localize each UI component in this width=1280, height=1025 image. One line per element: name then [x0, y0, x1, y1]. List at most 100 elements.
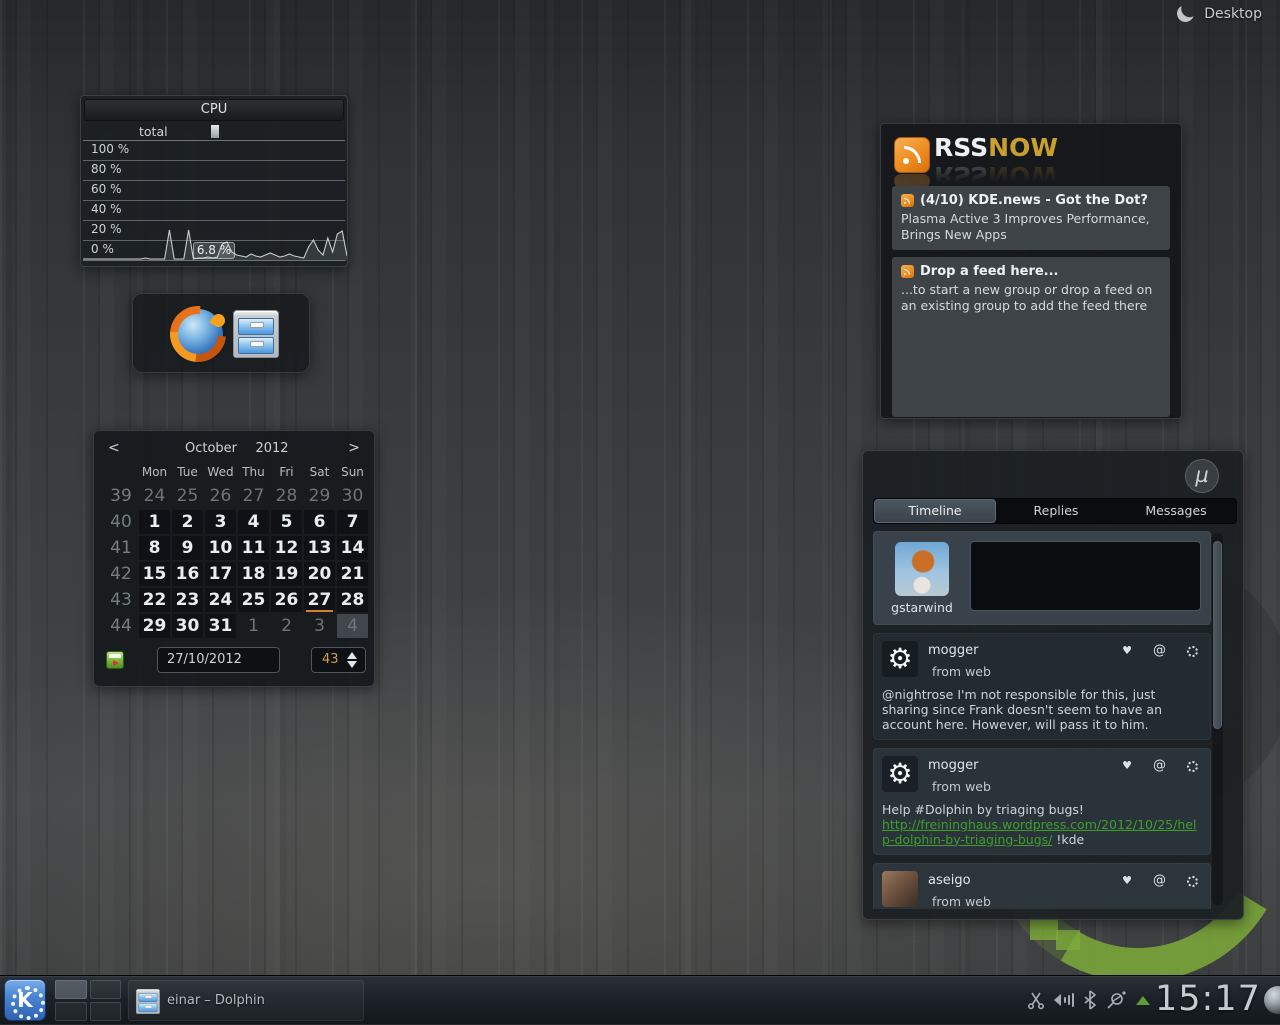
calendar-day[interactable]: 28 — [271, 484, 302, 508]
calendar-day[interactable]: 3 — [205, 510, 236, 534]
calendar-next-button[interactable]: > — [348, 440, 360, 456]
microblog-tabs: Timeline Replies Messages — [873, 498, 1237, 524]
calendar-day[interactable]: 14 — [337, 536, 368, 560]
repeat-icon[interactable] — [1187, 761, 1198, 772]
cashew-icon[interactable] — [1176, 4, 1196, 24]
post-item[interactable]: ⚙ mogger from web ♥ @ @nightrose I'm not… — [873, 633, 1211, 740]
calendar-day[interactable]: 18 — [238, 562, 269, 586]
tab-timeline[interactable]: Timeline — [874, 499, 996, 523]
calendar-month-label[interactable]: October — [185, 441, 237, 456]
cpu-legend-swatch-icon — [211, 125, 219, 138]
compose-input[interactable] — [970, 541, 1201, 611]
jump-to-date-icon[interactable] — [106, 651, 124, 669]
calendar-day[interactable]: 12 — [271, 536, 302, 560]
calendar-day[interactable]: 11 — [238, 536, 269, 560]
post-item[interactable]: ⚙ mogger from web ♥ @ Help #Dolphin by t… — [873, 748, 1211, 855]
dolphin-icon — [136, 989, 160, 1014]
timeline-list: gstarwind ⚙ mogger from web ♥ @ @nightro… — [873, 531, 1211, 909]
calendar-year-label[interactable]: 2012 — [255, 441, 288, 456]
calendar-day[interactable]: 1 — [139, 510, 170, 534]
volume-icon[interactable] — [1051, 990, 1075, 1010]
post-link[interactable]: http://freininghaus.wordpress.com/2012/1… — [882, 817, 1196, 847]
favorite-heart-icon[interactable]: ♥ — [1122, 759, 1132, 773]
calendar-day[interactable]: 28 — [337, 588, 368, 612]
calendar-day[interactable]: 19 — [271, 562, 302, 586]
calendar-day[interactable]: 4 — [337, 614, 368, 638]
calendar-day[interactable]: 5 — [271, 510, 302, 534]
calendar-day[interactable]: 22 — [139, 588, 170, 612]
calendar-day[interactable]: 29 — [139, 614, 170, 638]
calendar-day[interactable]: 1 — [238, 614, 269, 638]
scrollbar[interactable] — [1212, 533, 1223, 905]
calendar-day[interactable]: 21 — [337, 562, 368, 586]
calendar-prev-button[interactable]: < — [108, 440, 120, 456]
calendar-day[interactable]: 2 — [271, 614, 302, 638]
avatar[interactable]: ⚙ — [882, 641, 918, 677]
week-spinner[interactable]: 43 — [311, 647, 366, 673]
calendar-day[interactable]: 6 — [304, 510, 335, 534]
avatar[interactable] — [882, 871, 918, 907]
repeat-icon[interactable] — [1187, 646, 1198, 657]
pager-desktop-2[interactable] — [90, 980, 122, 999]
bluetooth-icon[interactable] — [1081, 989, 1099, 1011]
spinner-up-icon[interactable] — [347, 652, 357, 659]
calendar-day[interactable]: 13 — [304, 536, 335, 560]
avatar[interactable]: ⚙ — [882, 756, 918, 792]
calendar-day[interactable]: 17 — [205, 562, 236, 586]
spinner-down-icon[interactable] — [347, 661, 357, 668]
digital-clock[interactable]: 15:17 — [1155, 976, 1261, 1025]
calendar-day[interactable]: 3 — [304, 614, 335, 638]
firefox-icon[interactable] — [173, 309, 223, 359]
date-input[interactable]: 27/10/2012 — [157, 647, 280, 673]
cpu-monitor-widget: CPU total 100 % 80 % 60 % 40 % 20 % 0 % … — [80, 95, 348, 267]
desktop-toolbox[interactable]: Desktop — [1177, 5, 1262, 22]
pager-desktop-4[interactable] — [90, 1002, 122, 1021]
calendar-day[interactable]: 24 — [139, 484, 170, 508]
calendar-day[interactable]: 8 — [139, 536, 170, 560]
calendar-day[interactable]: 31 — [205, 614, 236, 638]
app-launcher-button[interactable]: K — [4, 979, 46, 1021]
repeat-icon[interactable] — [1187, 876, 1198, 887]
klipper-scissors-icon[interactable] — [1026, 990, 1046, 1010]
calendar-day[interactable]: 29 — [304, 484, 335, 508]
calendar-day[interactable]: 30 — [172, 614, 203, 638]
rss-drop-target[interactable]: Drop a feed here... ...to start a new gr… — [892, 257, 1170, 417]
calendar-day[interactable]: 27 — [238, 484, 269, 508]
calendar-day[interactable]: 9 — [172, 536, 203, 560]
calendar-day[interactable]: 4 — [238, 510, 269, 534]
tab-replies[interactable]: Replies — [996, 499, 1116, 523]
file-cabinet-icon[interactable] — [233, 310, 279, 358]
favorite-heart-icon[interactable]: ♥ — [1122, 874, 1132, 888]
pager-desktop-1[interactable] — [55, 980, 87, 999]
pager-desktop-3[interactable] — [55, 1002, 87, 1021]
calendar-day[interactable]: 30 — [337, 484, 368, 508]
taskbar-entry-dolphin[interactable]: einar – Dolphin — [128, 980, 364, 1021]
device-notifier-icon[interactable] — [1105, 989, 1129, 1013]
virtual-desktop-pager — [55, 980, 121, 1021]
calendar-day[interactable]: 23 — [172, 588, 203, 612]
calendar-day[interactable]: 27 — [304, 588, 335, 612]
calendar-day[interactable]: 20 — [304, 562, 335, 586]
calendar-day[interactable]: 15 — [139, 562, 170, 586]
calendar-day[interactable]: 25 — [238, 588, 269, 612]
calendar-day[interactable]: 24 — [205, 588, 236, 612]
calendar-day[interactable]: 10 — [205, 536, 236, 560]
calendar-day[interactable]: 16 — [172, 562, 203, 586]
post-item[interactable]: aseigo from web ♥ @ — [873, 863, 1211, 909]
reply-at-icon[interactable]: @ — [1153, 759, 1166, 773]
tab-messages[interactable]: Messages — [1116, 499, 1236, 523]
reply-at-icon[interactable]: @ — [1153, 874, 1166, 888]
calendar-grid: 3924252627282930401234567418910111213144… — [104, 483, 369, 639]
calendar-day[interactable]: 2 — [172, 510, 203, 534]
favorite-heart-icon[interactable]: ♥ — [1122, 644, 1132, 658]
calendar-day[interactable]: 26 — [271, 588, 302, 612]
rss-item[interactable]: (4/10) KDE.news - Got the Dot? Plasma Ac… — [892, 186, 1170, 250]
reply-at-icon[interactable]: @ — [1153, 644, 1166, 658]
calendar-day[interactable]: 26 — [205, 484, 236, 508]
scrollbar-thumb[interactable] — [1213, 541, 1222, 729]
avatar[interactable] — [895, 542, 949, 596]
rss-item-title: (4/10) KDE.news - Got the Dot? — [920, 193, 1148, 208]
calendar-day[interactable]: 25 — [172, 484, 203, 508]
expand-arrow-icon[interactable] — [1136, 996, 1150, 1005]
calendar-day[interactable]: 7 — [337, 510, 368, 534]
